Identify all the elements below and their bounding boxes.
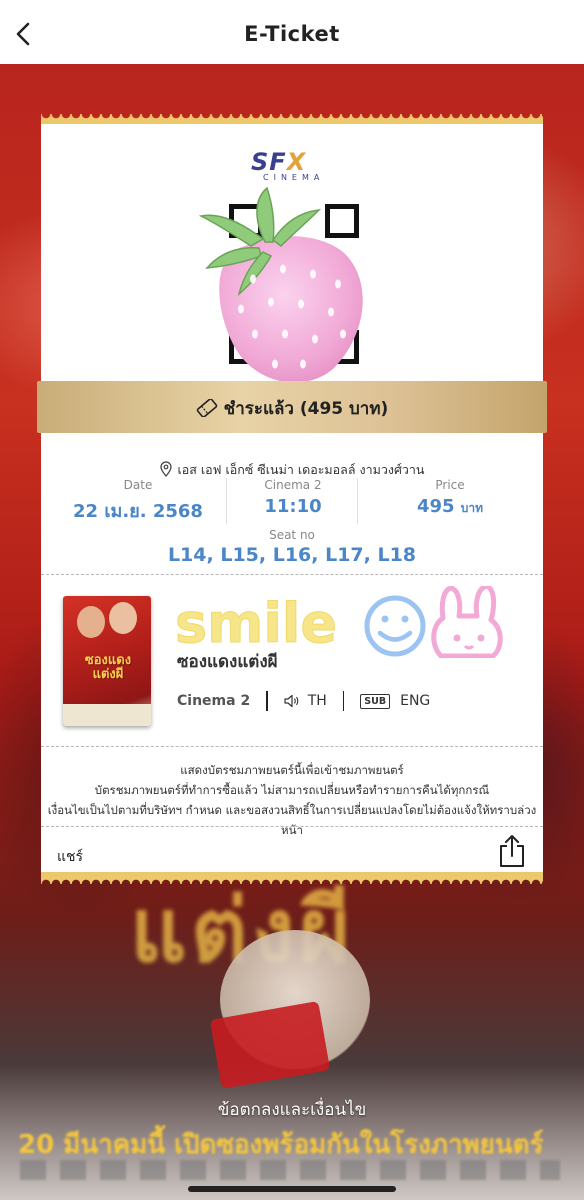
price-value: 495 (416, 496, 455, 517)
date-column: Date 22 เม.ย. 2568 (53, 478, 223, 525)
location-pin-icon (159, 461, 172, 477)
date-label: Date (123, 478, 153, 492)
ticket-notice: แสดงบัตรชมภาพยนตร์นี้เพื่อเข้าชมภาพยนตร์… (41, 760, 543, 840)
price-label: Price (435, 478, 465, 492)
home-indicator (188, 1186, 396, 1192)
divider (226, 478, 227, 524)
movie-title: ซองแดงแต่งผี (177, 652, 278, 672)
movie-poster-thumbnail: ซองแดง แต่งผี (63, 596, 151, 726)
cinema-location-text: เอส เอฟ เอ็กซ์ ซีเนม่า เดอะมอลล์ งามวงศ์… (177, 462, 425, 477)
notice-line: แสดงบัตรชมภาพยนตร์นี้เพื่อเข้าชมภาพยนตร์ (180, 763, 404, 777)
divider (266, 691, 268, 711)
ticket-body: SFX CINEMA ชำระแล้ว (495 บาท) เอส เอฟ เอ… (37, 124, 547, 874)
terms-link[interactable]: ข้อตกลงและเงื่อนไข (0, 1096, 584, 1123)
poster-release-date: 20 มีนาคมนี้ เปิดซองพร้อมกันในโรงภาพยนตร… (18, 1130, 544, 1160)
speaker-icon (284, 694, 298, 708)
top-bar: E-Ticket (0, 0, 584, 64)
sticker-text: smile (175, 592, 337, 655)
divider (342, 691, 345, 711)
divider (357, 478, 358, 524)
subtitle-language: ENG (400, 693, 431, 709)
payment-status-text: ชำระแล้ว (495 บาท) (223, 399, 389, 419)
audio-language: TH (307, 693, 327, 709)
share-label: แชร์ (57, 849, 84, 865)
notice-line: บัตรชมภาพยนตร์ที่ทำการซื้อแล้ว ไม่สามารถ… (94, 783, 490, 797)
cinema-location: เอส เอฟ เอ็กซ์ ซีเนม่า เดอะมอลล์ งามวงศ์… (41, 460, 543, 480)
date-value: 22 เม.ย. 2568 (73, 501, 203, 522)
showtime-column: Cinema 2 11:10 (229, 478, 357, 517)
ticket-bottom-edge (41, 872, 543, 884)
subtitle-badge-icon: SUB (360, 693, 391, 709)
dashed-divider (41, 746, 543, 747)
payment-status-bar: ชำระแล้ว (495 บาท) (37, 381, 547, 433)
share-row[interactable]: แชร์ (41, 830, 543, 874)
price-unit: บาท (460, 501, 484, 515)
bunny-face-icon (431, 586, 503, 658)
ticket-icon (196, 399, 217, 417)
movie-hall: Cinema 2 (177, 693, 251, 709)
poster-sponsor-logos (20, 1160, 560, 1180)
page-title: E-Ticket (244, 22, 340, 46)
showtime-value: 11:10 (264, 496, 322, 517)
logo-sub-text: CINEMA (263, 173, 325, 182)
smiley-face-icon (364, 595, 426, 657)
strawberry-sticker-icon (198, 186, 363, 383)
price-column: Price 495 บาท (361, 478, 539, 518)
logo-main-text: SF (251, 148, 287, 176)
hall-label: Cinema 2 (264, 478, 322, 492)
seat-label: Seat no (269, 528, 315, 542)
sfx-cinema-logo: SFX CINEMA (251, 148, 341, 182)
poster-thumbnail-title: ซองแดง แต่งผี (84, 653, 132, 682)
logo-x-text: X (286, 148, 307, 176)
e-ticket-card: SFX CINEMA ชำระแล้ว (495 บาท) เอส เอฟ เอ… (37, 114, 547, 884)
movie-meta: Cinema 2 TH SUB ENG (177, 690, 430, 712)
seat-numbers: L14, L15, L16, L17, L18 (167, 544, 417, 566)
share-icon[interactable] (497, 834, 527, 868)
dashed-divider (41, 574, 543, 575)
dashed-divider (41, 826, 543, 827)
